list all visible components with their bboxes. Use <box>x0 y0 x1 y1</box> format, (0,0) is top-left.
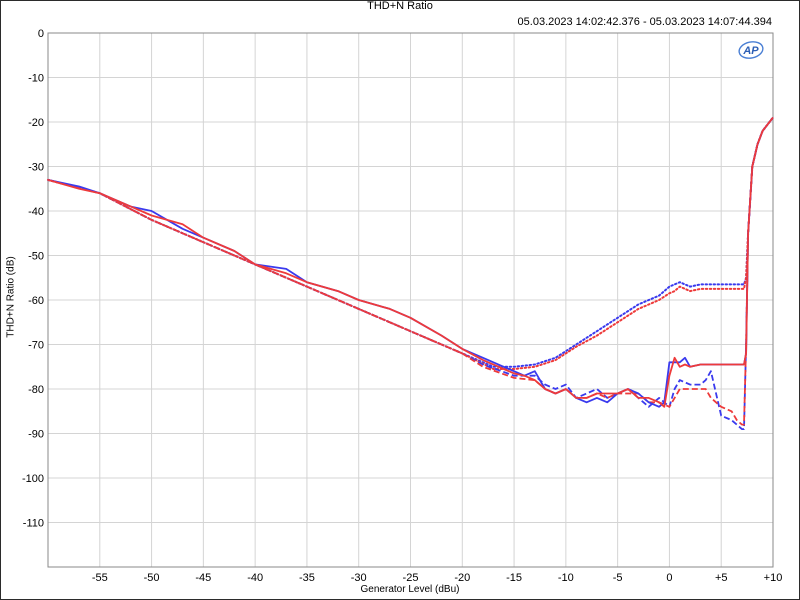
y-tick-label: -60 <box>28 295 44 307</box>
y-tick-label: -40 <box>28 206 44 218</box>
x-tick-label: -35 <box>299 572 315 584</box>
x-tick-label: -5 <box>613 572 623 584</box>
y-tick-label: -100 <box>22 473 44 485</box>
plot-area: -55 -50 -45 -40 -35 -30 -25 -20 -15 -10 -5 0 +5 +100-… <box>22 28 783 584</box>
x-tick-label: -25 <box>403 572 419 584</box>
x-tick-label: -15 <box>506 572 522 584</box>
y-tick-label: -30 <box>28 162 44 174</box>
x-tick-label: -50 <box>144 572 160 584</box>
y-tick-label: 0 <box>38 28 44 40</box>
y-tick-label: -20 <box>28 117 44 129</box>
y-tick-label: -70 <box>28 340 44 352</box>
y-tick-label: -10 <box>28 73 44 85</box>
y-tick-label: -80 <box>28 384 44 396</box>
x-tick-label: -45 <box>195 572 211 584</box>
x-tick-label: -10 <box>558 572 574 584</box>
y-tick-label: -110 <box>23 518 44 530</box>
y-tick-label: -90 <box>28 429 44 441</box>
x-tick-label: -30 <box>351 572 367 584</box>
x-tick-label: -40 <box>247 572 263 584</box>
y-tick-label: -50 <box>28 251 44 263</box>
x-tick-label: 0 <box>666 572 672 584</box>
x-tick-label: +10 <box>764 572 783 584</box>
x-tick-label: -20 <box>454 572 470 584</box>
x-tick-label: +5 <box>715 572 728 584</box>
x-tick-label: -55 <box>92 572 108 584</box>
